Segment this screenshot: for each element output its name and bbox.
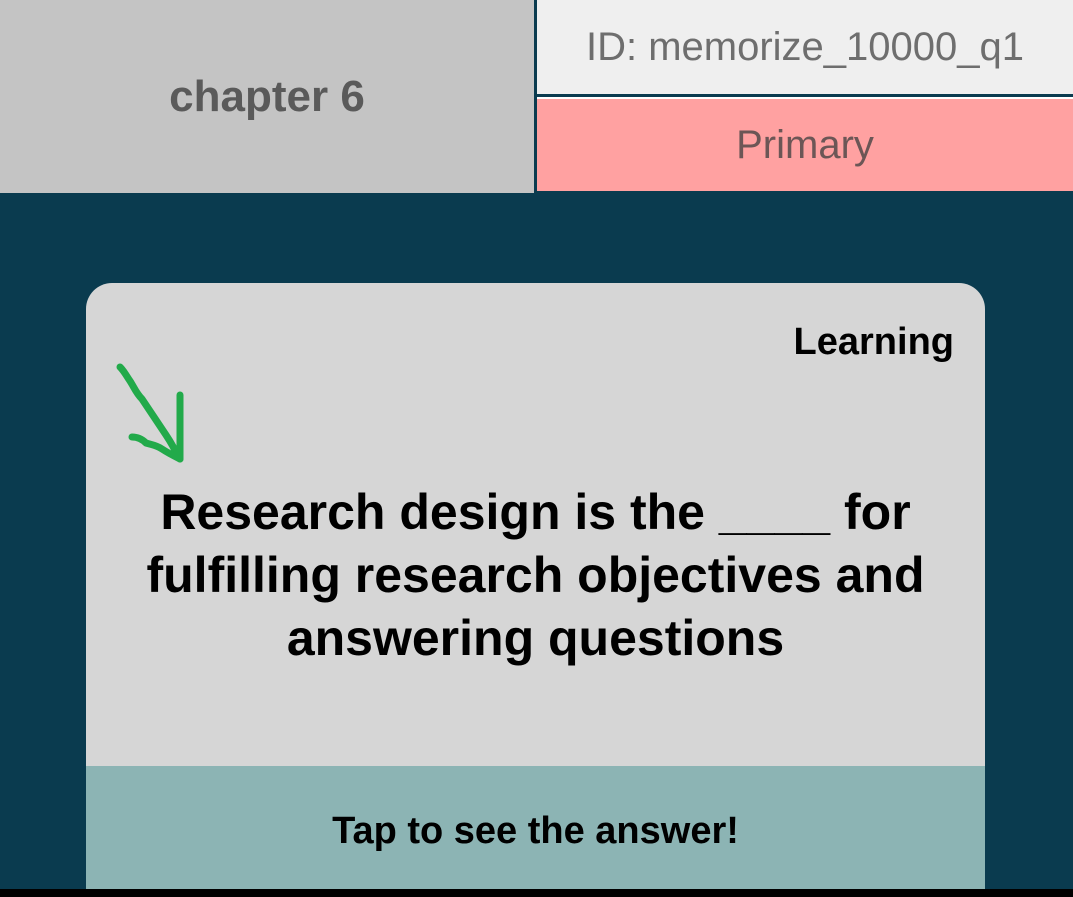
header: chapter 6 ID: memorize_10000_q1 Primary xyxy=(0,0,1073,193)
chapter-label: chapter 6 xyxy=(169,71,365,121)
chapter-title[interactable]: chapter 6 xyxy=(0,0,534,193)
bottom-edge xyxy=(0,889,1073,897)
flashcard[interactable]: Learning Research design is the ____ for… xyxy=(86,283,985,897)
question-id-text: ID: memorize_10000_q1 xyxy=(585,24,1025,69)
deck-badge[interactable]: Primary xyxy=(537,97,1073,191)
reveal-answer-label: Tap to see the answer! xyxy=(332,810,739,852)
question-id-label: ID: memorize_10000_q1 xyxy=(537,0,1073,94)
reveal-answer-button[interactable]: Tap to see the answer! xyxy=(86,766,985,897)
question-text: Research design is the ____ for fulfilli… xyxy=(146,484,925,666)
hand-drawn-arrow-icon xyxy=(116,363,184,463)
learning-status-label: Learning xyxy=(793,321,954,363)
deck-label: Primary xyxy=(736,122,874,167)
